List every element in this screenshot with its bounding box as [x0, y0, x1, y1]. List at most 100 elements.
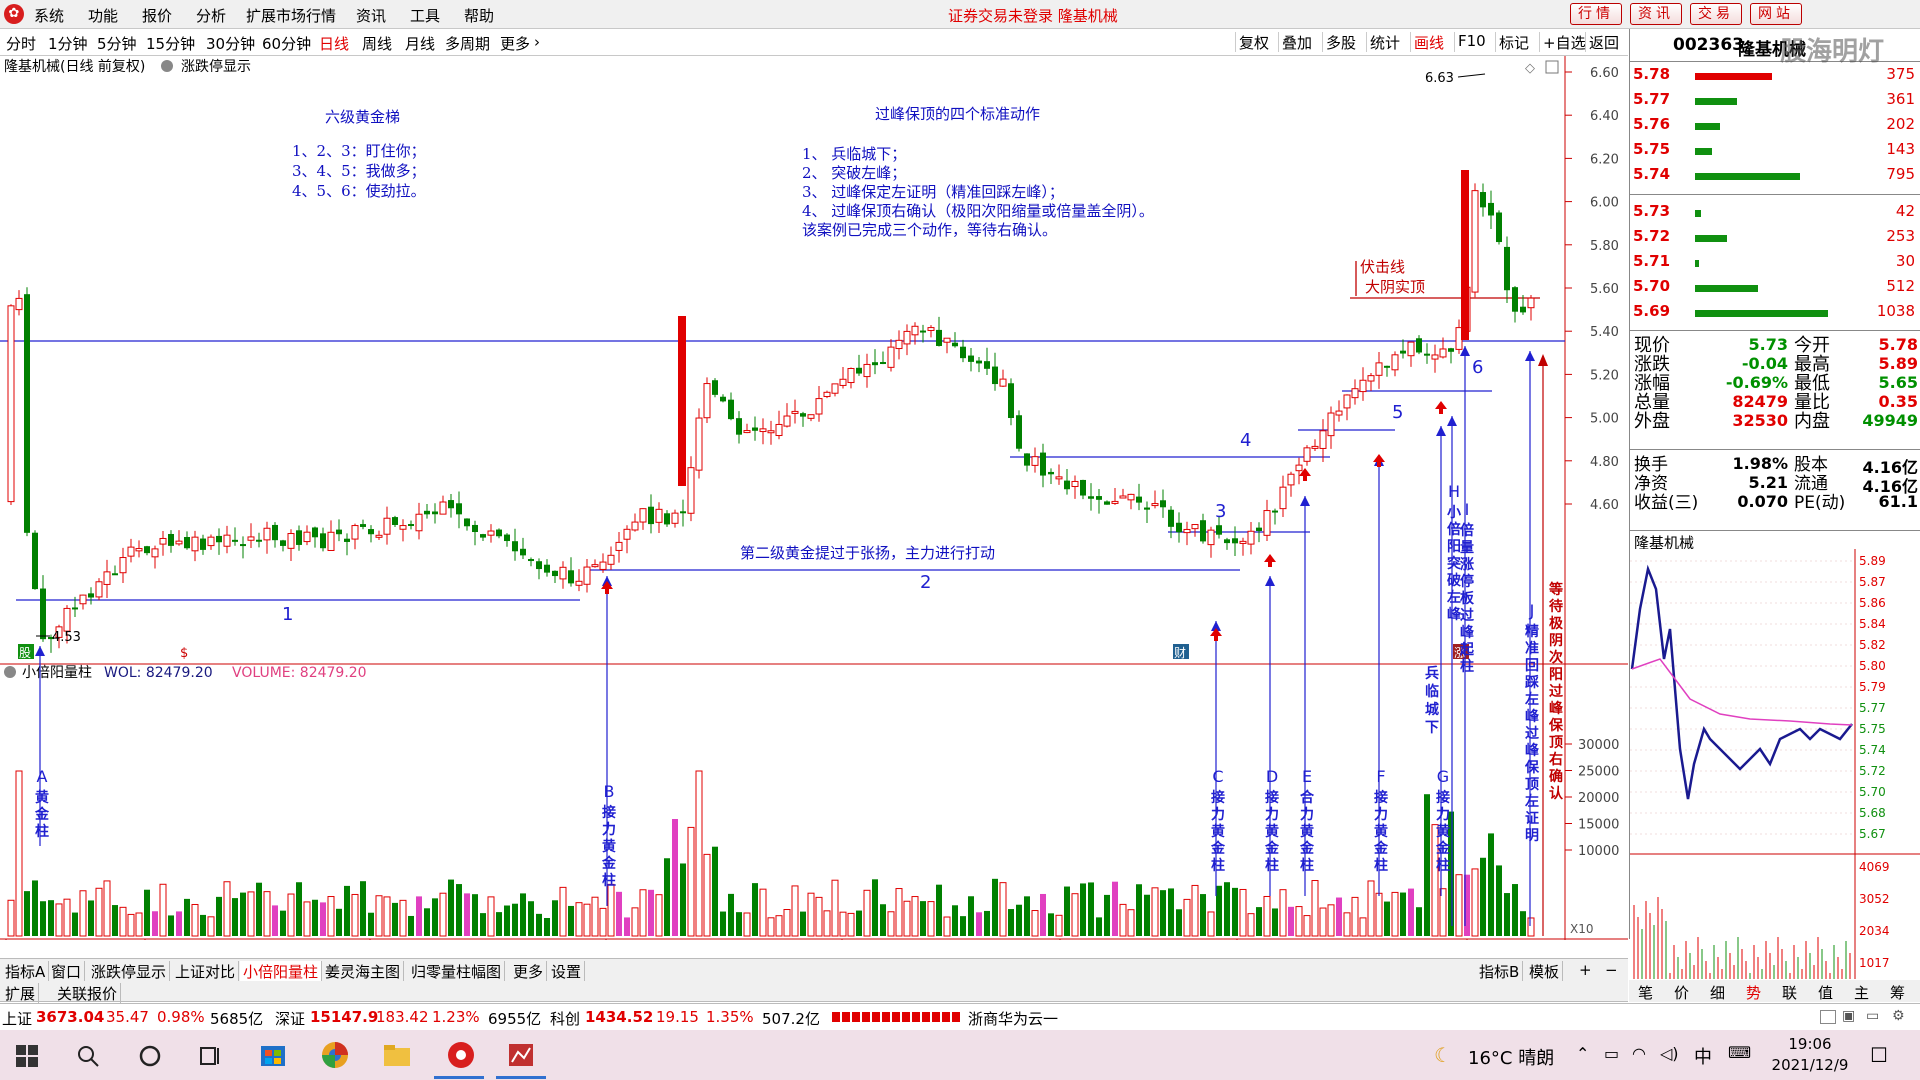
chevron-up-icon[interactable]: ⌃	[1576, 1044, 1589, 1063]
period-5min[interactable]: 5分钟	[97, 33, 137, 54]
tab-template[interactable]: 模板	[1526, 961, 1564, 982]
order-row[interactable]: 5.72 253	[1630, 227, 1920, 251]
period-1min[interactable]: 1分钟	[48, 33, 88, 54]
panel-toggle-icon[interactable]	[1545, 60, 1559, 74]
price-tick-label: 6.40	[1590, 109, 1619, 124]
keyboard-icon[interactable]: ⌨	[1728, 1043, 1751, 1062]
quote-tab[interactable]: 价	[1671, 982, 1692, 1003]
ime-indicator[interactable]: 中	[1694, 1043, 1712, 1069]
period-more[interactable]: 更多	[500, 33, 530, 54]
kline-chart-area[interactable]: 隆基机械(日线 前复权) 涨跌停显示 ◇ 6.60 6.40 6.20 6.00 5.8…	[0, 56, 1628, 940]
order-row[interactable]: 5.77 361	[1630, 90, 1920, 114]
indicator-tab[interactable]: 窗口	[48, 961, 86, 982]
period-15min[interactable]: 15分钟	[146, 33, 195, 54]
quote-tab[interactable]: 笔	[1635, 982, 1656, 1003]
kline-chart[interactable]: 隆基机械(日线 前复权) 涨跌停显示 ◇ 6.60 6.40 6.20 6.00 5.8…	[0, 56, 1628, 940]
volume-bar	[1263, 895, 1271, 937]
order-row[interactable]: 5.75 143	[1630, 140, 1920, 164]
indicator-tab[interactable]: 更多	[510, 961, 548, 982]
tab-website[interactable]: 网站	[1750, 3, 1802, 25]
tab-related-quote[interactable]: 关联报价	[54, 983, 122, 1004]
indicator-tab[interactable]: 小倍阳量柱	[240, 961, 323, 982]
weather-text[interactable]: 16°C 晴朗	[1468, 1044, 1554, 1070]
monitor-icon[interactable]: ▭	[1866, 1008, 1879, 1024]
menu-analysis[interactable]: 分析	[196, 5, 226, 26]
indicator-settings-icon[interactable]	[4, 666, 16, 678]
chart-app-icon[interactable]	[506, 1040, 536, 1070]
tab-indicator-b[interactable]: 指标B	[1476, 961, 1524, 982]
chevron-right-icon[interactable]: ›	[534, 33, 540, 51]
task-view-icon[interactable]	[198, 1044, 228, 1074]
tool-draw[interactable]: 画线	[1410, 32, 1447, 52]
order-row[interactable]: 5.76 202	[1630, 115, 1920, 139]
indicator-tab[interactable]: 归零量柱幅图	[408, 961, 506, 982]
menu-info[interactable]: 资讯	[356, 5, 386, 26]
tab-market[interactable]: 行情	[1570, 3, 1622, 25]
period-30min[interactable]: 30分钟	[206, 33, 255, 54]
clock-date[interactable]: 2021/12/9	[1762, 1056, 1858, 1074]
menu-quote[interactable]: 报价	[142, 5, 172, 26]
order-row[interactable]: 5.69 1038	[1630, 302, 1920, 326]
tool-back[interactable]: 返回	[1585, 32, 1622, 52]
tool-overlay[interactable]: 叠加	[1278, 32, 1315, 52]
tab-trade[interactable]: 交易	[1690, 3, 1742, 25]
diamond-icon[interactable]: ◇	[1525, 61, 1535, 76]
zoom-in-icon[interactable]: +	[1576, 961, 1595, 979]
period-multi[interactable]: 多周期	[445, 33, 490, 54]
intraday-mini-chart[interactable]: 5.89 5.87 5.86 5.84 5.82 5.80 5.79 5.77 5.75 5.74…	[1630, 549, 1920, 979]
battery-icon[interactable]: ▭	[1604, 1044, 1619, 1063]
indicator-tab[interactable]: 设置	[548, 961, 586, 982]
menu-function[interactable]: 功能	[88, 5, 118, 26]
period-60min[interactable]: 60分钟	[262, 33, 311, 54]
screen-icon[interactable]: ▣	[1842, 1008, 1855, 1024]
quote-tab[interactable]: 势	[1743, 982, 1764, 1003]
indicator-tab[interactable]: 涨跌停显示	[88, 961, 171, 982]
menu-ext-market[interactable]: 扩展市场行情	[246, 5, 336, 26]
quote-tab[interactable]: 主	[1851, 982, 1872, 1003]
quote-tab[interactable]: 细	[1707, 982, 1728, 1003]
clock-time[interactable]: 19:06	[1770, 1035, 1850, 1053]
zoom-out-icon[interactable]: −	[1602, 961, 1621, 979]
window-icon[interactable]	[1820, 1010, 1836, 1024]
menu-help[interactable]: 帮助	[464, 5, 494, 26]
volume-bar	[976, 912, 982, 936]
tool-f10[interactable]: F10	[1454, 32, 1489, 52]
cortana-icon[interactable]	[138, 1044, 168, 1074]
browser-icon[interactable]	[320, 1040, 350, 1070]
period-intraday[interactable]: 分时	[6, 33, 36, 54]
tool-mark[interactable]: 标记	[1495, 32, 1532, 52]
order-row[interactable]: 5.73 42	[1630, 202, 1920, 226]
quote-tab[interactable]: 联	[1779, 982, 1800, 1003]
menu-tools[interactable]: 工具	[410, 5, 440, 26]
tab-news[interactable]: 资讯	[1630, 3, 1682, 25]
file-explorer-icon[interactable]	[382, 1040, 412, 1070]
store-icon[interactable]	[258, 1040, 288, 1070]
quote-tab[interactable]: 值	[1815, 982, 1836, 1003]
gear-icon[interactable]: ⚙	[1892, 1008, 1905, 1024]
tool-stats[interactable]: 统计	[1366, 32, 1403, 52]
period-weekly[interactable]: 周线	[362, 33, 392, 54]
period-daily[interactable]: 日线	[319, 33, 349, 54]
indicator-tab[interactable]: 上证对比	[172, 961, 240, 982]
order-row[interactable]: 5.71 30	[1630, 252, 1920, 276]
settings-dot-icon[interactable]	[161, 60, 173, 72]
order-row[interactable]: 5.74 795	[1630, 165, 1920, 189]
wifi-icon[interactable]: ◠	[1632, 1044, 1646, 1063]
tool-restore-rights[interactable]: 复权	[1235, 32, 1272, 52]
moon-weather-icon[interactable]: ☾	[1434, 1043, 1452, 1067]
tool-multi-stock[interactable]: 多股	[1322, 32, 1359, 52]
volume-icon[interactable]: ◁)	[1660, 1044, 1679, 1063]
notification-icon[interactable]: ☐	[1870, 1043, 1888, 1067]
trading-app-icon[interactable]	[446, 1040, 476, 1070]
search-icon[interactable]	[76, 1044, 106, 1074]
tool-add-watchlist[interactable]: +自选	[1539, 32, 1589, 52]
period-monthly[interactable]: 月线	[405, 33, 435, 54]
indicator-tab[interactable]: 指标A	[2, 961, 50, 982]
menu-system[interactable]: 系统	[34, 5, 64, 26]
order-row[interactable]: 5.78 375	[1630, 65, 1920, 89]
indicator-tab[interactable]: 姜灵海主图	[322, 961, 405, 982]
quote-tab[interactable]: 筹	[1887, 982, 1908, 1003]
order-row[interactable]: 5.70 512	[1630, 277, 1920, 301]
windows-start-icon[interactable]	[16, 1045, 46, 1075]
tab-extend[interactable]: 扩展	[2, 983, 40, 1004]
